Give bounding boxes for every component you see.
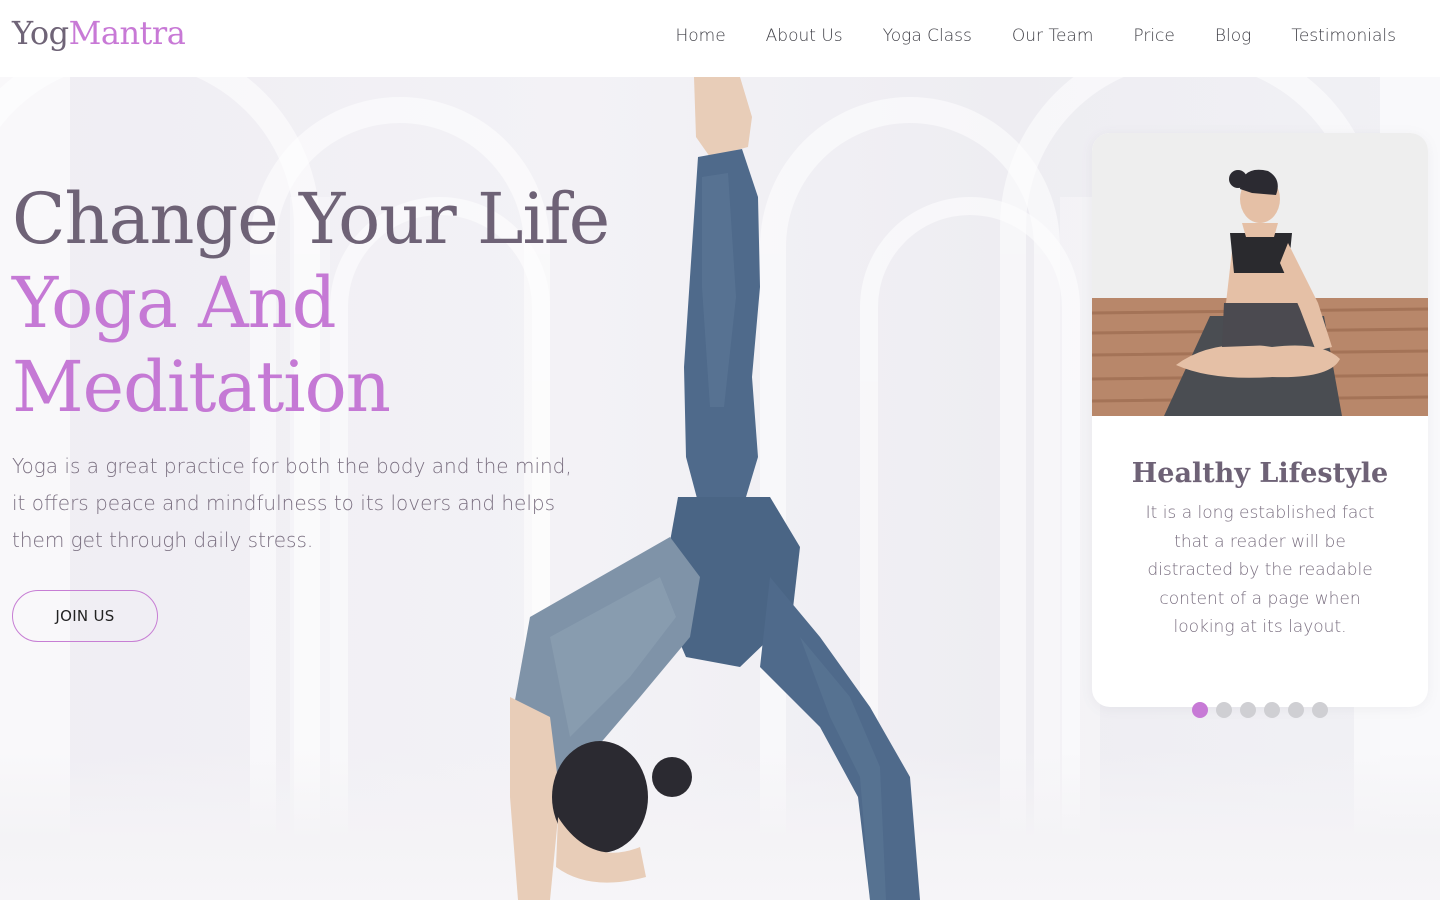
carousel-dot-icon[interactable] <box>1216 702 1232 718</box>
nav-item-price[interactable]: Price <box>1133 26 1174 46</box>
nav-item-testimonials[interactable]: Testimonials <box>1291 26 1396 46</box>
site-header: YogMantra Home About Us Yoga Class Our T… <box>0 0 1440 77</box>
nav-item-blog[interactable]: Blog <box>1215 26 1251 46</box>
hero-section: Change Your Life Yoga And Meditation Yog… <box>0 77 1440 900</box>
logo-text-part1: Yog <box>12 14 69 52</box>
nav-item-about-us[interactable]: About Us <box>766 26 843 46</box>
logo[interactable]: YogMantra <box>12 14 186 52</box>
nav-item-home[interactable]: Home <box>675 26 725 46</box>
meditation-photo <box>1092 133 1428 416</box>
carousel-dot-icon[interactable] <box>1312 702 1328 718</box>
card-title: Healthy Lifestyle <box>1131 458 1389 489</box>
hero-headline-line2: Yoga And <box>12 262 337 344</box>
hero-headline: Change Your Life Yoga And Meditation <box>12 177 610 429</box>
carousel-dot-icon[interactable] <box>1264 702 1280 718</box>
feature-card: Healthy Lifestyle It is a long establish… <box>1092 133 1428 707</box>
carousel-dot-icon[interactable] <box>1240 702 1256 718</box>
carousel-dot-icon[interactable] <box>1288 702 1304 718</box>
carousel-dot-icon[interactable] <box>1192 702 1208 718</box>
nav-item-yoga-class[interactable]: Yoga Class <box>883 26 972 46</box>
hero-headline-line1: Change Your Life <box>12 178 610 260</box>
hero-headline-line3: Meditation <box>12 346 391 428</box>
join-us-button[interactable]: JOIN US <box>12 590 158 642</box>
hero-description: Yoga is a great practice for both the bo… <box>12 454 572 552</box>
carousel-dots <box>1192 702 1328 718</box>
logo-text-part2: Mantra <box>68 14 186 52</box>
main-nav: Home About Us Yoga Class Our Team Price … <box>675 26 1396 46</box>
nav-item-our-team[interactable]: Our Team <box>1012 26 1093 46</box>
card-text: It is a long established fact that a rea… <box>1145 503 1375 637</box>
